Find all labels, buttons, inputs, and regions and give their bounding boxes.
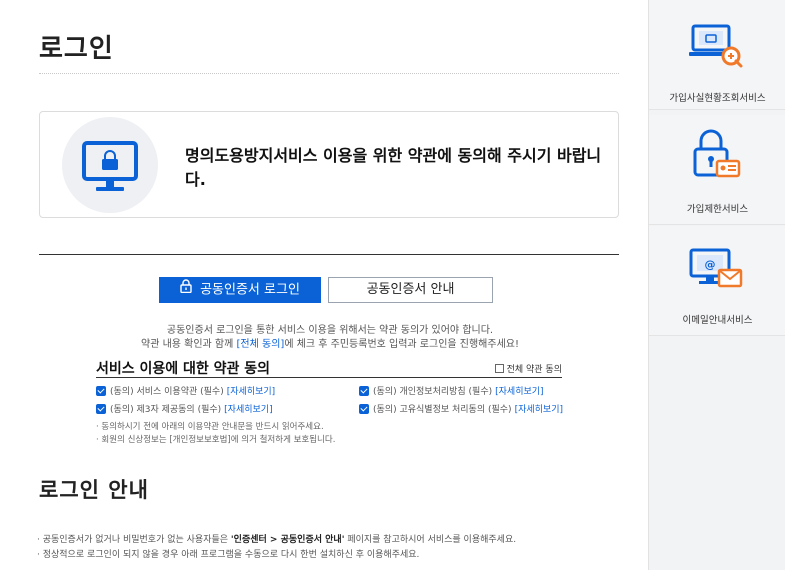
- notice-box: 명의도용방지서비스 이용을 위한 약관에 동의해 주시기 바랍니다.: [39, 111, 619, 218]
- page-title: 로그인: [39, 34, 114, 64]
- computer-lock-icon: [62, 117, 158, 213]
- guide-line: · 공동인증서가 없거나 비밀번호가 없는 사용자들은 '인증센터 > 공동인증…: [37, 532, 516, 545]
- guide-text: · 공동인증서가 없거나 비밀번호가 없는 사용자들은: [37, 535, 231, 545]
- terms-header: 서비스 이용에 대한 약관 동의 전체 약관 동의: [96, 358, 562, 378]
- description-line: 약관 내용 확인과 함께 [전체 동의]에 체크 후 주민등록번호 입력과 로그…: [60, 335, 600, 350]
- term-item: (동의) 서비스 이용약관 (필수) [자세히보기]: [96, 384, 275, 397]
- detail-link[interactable]: [자세히보기]: [224, 402, 272, 415]
- term-label: (동의) 개인정보처리방침 (필수): [373, 387, 493, 397]
- checkbox-checked[interactable]: [359, 385, 369, 396]
- term-label: (동의) 고유식별정보 처리동의 (필수): [373, 405, 512, 415]
- all-agree-link[interactable]: [전체 동의]: [237, 339, 285, 350]
- main-content: 로그인 명의도용방지서비스 이용을 위한 약관에 동의해 주시기 바랍니다. 공…: [0, 0, 648, 570]
- checkbox-checked[interactable]: [96, 403, 106, 414]
- sidebar-item-subscription-restriction[interactable]: 가입제한서비스: [649, 115, 786, 225]
- sidebar-item-email-notification[interactable]: @ 이메일안내서비스: [649, 226, 786, 336]
- svg-text:@: @: [705, 258, 716, 271]
- all-agree-checkbox[interactable]: 전체 약관 동의: [494, 362, 562, 375]
- guide-text: 페이지를 참고하시어 서비스를 이용해주세요.: [344, 535, 517, 545]
- detail-link[interactable]: [자세히보기]: [495, 384, 543, 397]
- detail-link[interactable]: [자세히보기]: [515, 402, 563, 415]
- sidebar-item-label: 가입사실현황조회서비스: [669, 93, 766, 104]
- sidebar-item-label: 가입제한서비스: [686, 204, 749, 215]
- description-text: 에 체크 후 주민등록번호 입력과 로그인을 진행해주세요!: [284, 339, 519, 350]
- term-label: (동의) 서비스 이용약관 (필수): [110, 387, 224, 397]
- tab-certificate-guide[interactable]: 공동인증서 안내: [328, 277, 493, 303]
- term-item: (동의) 고유식별정보 처리동의 (필수) [자세히보기]: [359, 402, 563, 415]
- sidebar-item-label: 이메일안내서비스: [682, 315, 753, 326]
- term-item: (동의) 개인정보처리방침 (필수) [자세히보기]: [359, 384, 544, 397]
- quick-menu-sidebar: 가입사실현황조회서비스 가입제한서비스 @ 이메일안내서비스: [648, 0, 786, 570]
- term-item: (동의) 제3자 제공동의 (필수) [자세히보기]: [96, 402, 273, 415]
- term-label: (동의) 제3자 제공동의 (필수): [110, 405, 222, 415]
- page-edge: [785, 0, 800, 570]
- terms-note: · 회원의 신상정보는 [개인정보보호법]에 의거 철저하게 보호됩니다.: [96, 435, 336, 445]
- checkbox-checked[interactable]: [359, 403, 369, 414]
- tab-certificate-login[interactable]: 공동인증서 로그인: [159, 277, 321, 303]
- lock-icon: [180, 277, 192, 303]
- checkbox-checked[interactable]: [96, 385, 106, 396]
- terms-note: · 동의하시기 전에 아래의 이용약관 안내문을 반드시 읽어주세요.: [96, 422, 324, 432]
- terms-title: 서비스 이용에 대한 약관 동의: [96, 361, 271, 377]
- guide-title: 로그인 안내: [39, 478, 149, 502]
- detail-link[interactable]: [자세히보기]: [227, 384, 275, 397]
- notice-text: 명의도용방지서비스 이용을 위한 약관에 동의해 주시기 바랍니다.: [185, 146, 602, 189]
- checkbox-icon: [494, 364, 504, 373]
- sidebar-item-subscription-inquiry[interactable]: 가입사실현황조회서비스: [649, 0, 786, 110]
- guide-emphasis: '인증센터 > 공동인증서 안내': [230, 535, 345, 545]
- description-line: 공동인증서 로그인을 통한 서비스 이용을 위해서는 약관 동의가 있어야 합니…: [166, 325, 494, 336]
- guide-line: · 정상적으로 로그인이 되지 않을 경우 아래 프로그램을 수동으로 다시 한…: [37, 550, 420, 560]
- tab-label: 공동인증서 로그인: [200, 282, 300, 298]
- description-text: 약관 내용 확인과 함께: [141, 339, 237, 350]
- all-agree-label: 전체 약관 동의: [506, 365, 562, 375]
- title-divider: [39, 73, 619, 74]
- section-divider: [39, 254, 619, 255]
